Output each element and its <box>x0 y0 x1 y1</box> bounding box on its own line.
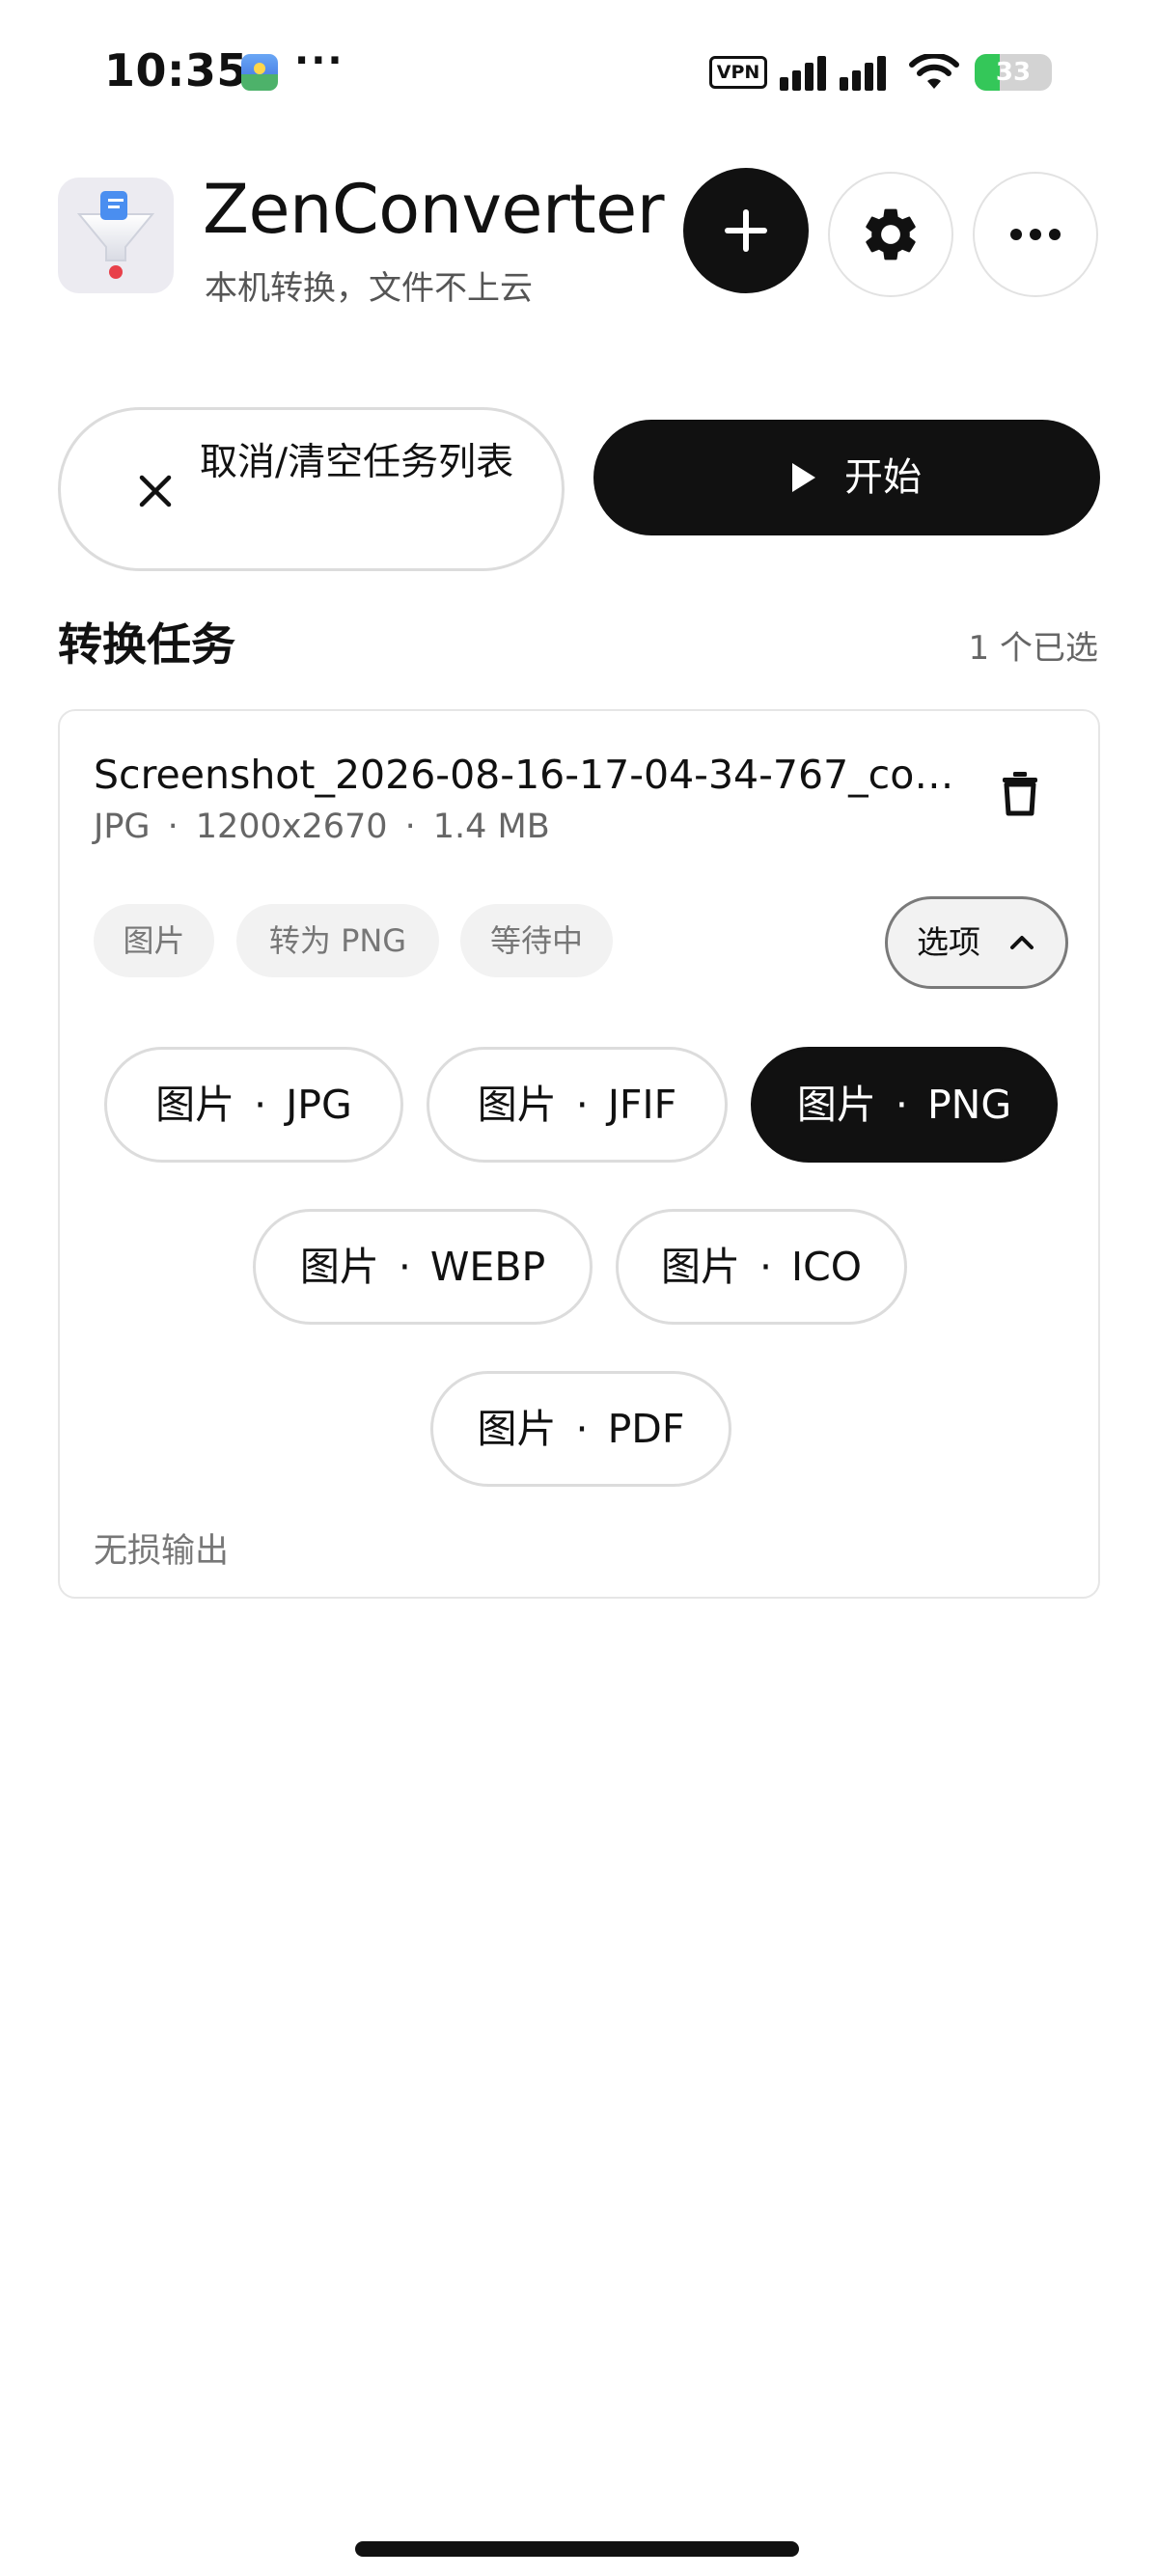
app-logo <box>58 178 174 293</box>
meta-separator: · <box>167 808 179 846</box>
format-category: 图片 <box>477 1082 557 1128</box>
cancel-clear-tasks-button[interactable]: 取消/清空任务列表 <box>58 407 565 571</box>
format-separator: · <box>575 1406 589 1452</box>
format-category: 图片 <box>477 1406 557 1452</box>
status-more-indicator: ··· <box>294 39 345 83</box>
cancel-clear-label: 取消/清空任务列表 <box>200 441 514 484</box>
format-option-webp[interactable]: 图片 · WEBP <box>253 1209 593 1325</box>
tag-file-type: 图片 <box>94 904 214 977</box>
tag-target-format: 转为 PNG <box>236 904 439 977</box>
format-name: JPG <box>286 1082 352 1128</box>
format-name: WEBP <box>429 1244 546 1290</box>
gallery-icon <box>241 54 278 91</box>
battery-icon: 33 <box>975 54 1052 91</box>
options-toggle-button[interactable]: 选项 <box>885 896 1068 989</box>
format-option-pdf[interactable]: 图片 · PDF <box>430 1371 731 1487</box>
section-title: 转换任务 <box>58 618 235 671</box>
format-separator: · <box>398 1244 411 1290</box>
format-separator: · <box>575 1082 589 1128</box>
format-name: ICO <box>791 1244 863 1290</box>
file-name: Screenshot_2026-08-16-17-04-34-767_com.m… <box>94 752 962 798</box>
add-file-button[interactable] <box>683 168 809 293</box>
format-option-jpg[interactable]: 图片 · JPG <box>104 1047 403 1163</box>
vpn-badge: VPN <box>709 56 767 89</box>
start-label: 开始 <box>844 455 922 500</box>
gear-icon <box>866 208 916 260</box>
home-indicator[interactable] <box>355 2541 799 2557</box>
status-bar: 10:35 ··· VPN 33 <box>0 0 1158 145</box>
format-separator: · <box>895 1082 908 1128</box>
delete-task-button[interactable] <box>986 759 1054 827</box>
app-subtitle: 本机转换，文件不上云 <box>205 269 533 308</box>
format-separator: · <box>758 1244 773 1290</box>
file-format: JPG <box>94 808 151 846</box>
signal-icon <box>780 56 886 91</box>
plus-icon <box>725 209 767 252</box>
funnel-icon <box>76 191 155 279</box>
settings-button[interactable] <box>828 172 953 297</box>
format-name: PDF <box>607 1406 685 1452</box>
start-button[interactable]: 开始 <box>593 420 1100 535</box>
task-card: Screenshot_2026-08-16-17-04-34-767_com.m… <box>58 709 1100 1599</box>
format-name: JFIF <box>607 1082 677 1128</box>
file-dimensions: 1200x2670 <box>195 808 388 846</box>
format-category: 图片 <box>796 1082 876 1128</box>
format-option-jfif[interactable]: 图片 · JFIF <box>427 1047 728 1163</box>
format-category: 图片 <box>660 1244 740 1290</box>
format-option-ico[interactable]: 图片 · ICO <box>616 1209 907 1325</box>
status-time: 10:35 <box>104 44 248 96</box>
battery-level: 33 <box>995 58 1032 87</box>
more-horizontal-icon <box>1010 229 1061 240</box>
options-label: 选项 <box>917 923 980 961</box>
more-options-button[interactable] <box>973 172 1098 297</box>
output-note: 无损输出 <box>94 1532 230 1571</box>
format-option-png[interactable]: 图片 · PNG <box>751 1047 1058 1163</box>
selected-count: 1 个已选 <box>968 629 1098 668</box>
wifi-icon <box>909 54 959 89</box>
format-category: 图片 <box>299 1244 379 1290</box>
file-size: 1.4 MB <box>432 808 550 846</box>
trash-icon <box>1003 772 1037 816</box>
format-separator: · <box>254 1082 267 1128</box>
play-icon <box>792 463 815 492</box>
app-title: ZenConverter <box>203 170 665 249</box>
meta-separator: · <box>404 808 416 846</box>
app-screen: 10:35 ··· VPN 33 ZenConverter 本机转换，文件不上云… <box>0 0 1158 2576</box>
close-icon <box>139 475 172 507</box>
file-meta: JPG · 1200x2670 · 1.4 MB <box>94 808 550 846</box>
tag-status: 等待中 <box>460 904 613 977</box>
chevron-up-icon <box>1010 936 1034 949</box>
format-category: 图片 <box>155 1082 235 1128</box>
format-name: PNG <box>926 1082 1012 1128</box>
